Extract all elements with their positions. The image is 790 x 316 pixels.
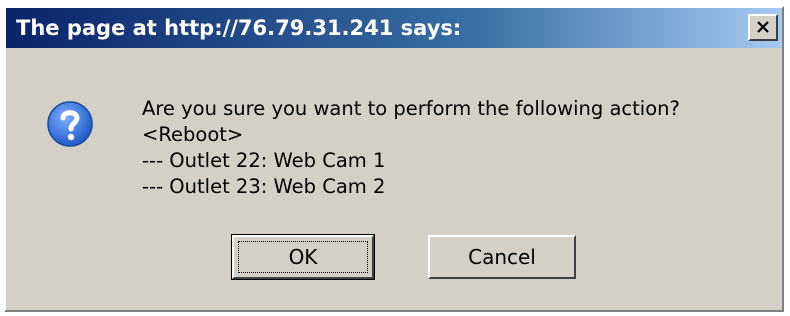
focus-ring [238, 241, 368, 273]
dialog-title: The page at http://76.79.31.241 says: [16, 16, 462, 40]
message-line: --- Outlet 23: Web Cam 2 [142, 175, 386, 198]
alert-dialog: The page at http://76.79.31.241 says: Ar… [4, 6, 784, 312]
question-icon [47, 101, 93, 147]
ok-button[interactable]: OK [231, 234, 375, 280]
close-button[interactable] [748, 14, 778, 41]
message-line: <Reboot> [142, 123, 244, 146]
message-line: --- Outlet 22: Web Cam 1 [142, 149, 386, 172]
dialog-titlebar[interactable]: The page at http://76.79.31.241 says: [6, 8, 782, 48]
close-icon [757, 21, 769, 33]
dialog-message: Are you sure you want to perform the fol… [142, 96, 680, 200]
cancel-button[interactable]: Cancel [428, 235, 576, 279]
message-line: Are you sure you want to perform the fol… [142, 97, 680, 120]
cancel-label: Cancel [468, 245, 536, 269]
